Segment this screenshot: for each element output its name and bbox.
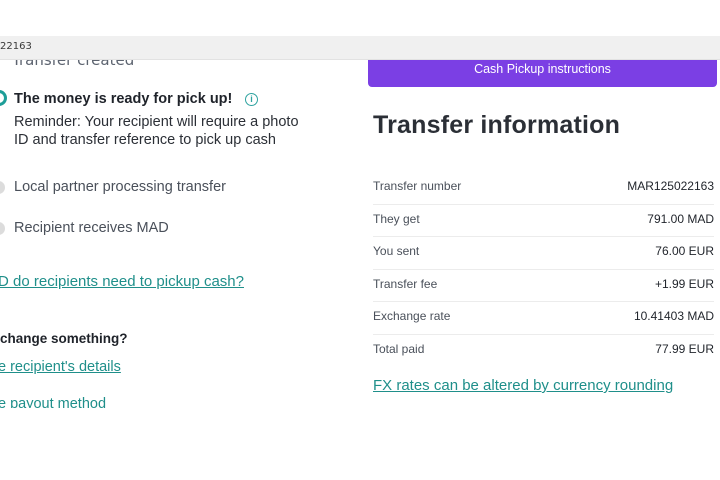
address-bar-text: 22163	[0, 41, 32, 52]
info-row-exchange-rate: Exchange rate 10.41403 MAD	[373, 302, 714, 335]
change-payout-method-link[interactable]: e payout method	[0, 396, 106, 408]
step-ready-title: The money is ready for pick up!	[14, 91, 233, 107]
step-recipient-receives-label: Recipient receives MAD	[14, 220, 169, 236]
info-value: 77.99 EUR	[655, 341, 714, 356]
pickup-reminder-text: Reminder: Your recipient will require a …	[14, 114, 299, 148]
info-value: 10.41403 MAD	[633, 309, 714, 323]
browser-top-area	[0, 0, 720, 36]
change-something-heading: change something?	[0, 331, 128, 346]
cash-pickup-instructions-button[interactable]: Cash Pickup instructions	[368, 60, 717, 87]
info-value: 791.00 MAD	[647, 211, 714, 226]
info-row-you-sent: You sent 76.00 EUR	[373, 237, 714, 270]
page-content: Transfer created The money is ready for …	[0, 60, 720, 408]
id-requirements-link[interactable]: D do recipients need to pickup cash?	[0, 273, 244, 290]
info-label: They get	[373, 211, 420, 226]
step-pending-indicator	[0, 222, 5, 235]
transfer-information-title: Transfer information	[373, 111, 621, 139]
step-pending-indicator	[0, 181, 5, 194]
info-value: +1.99 EUR	[654, 276, 714, 291]
step-active-indicator	[0, 90, 7, 106]
info-label: You sent	[373, 244, 420, 258]
info-label: Total paid	[373, 341, 425, 356]
transfer-info-table: Transfer number MAR125022163 They get 79…	[373, 172, 714, 367]
info-row-they-get: They get 791.00 MAD	[373, 205, 714, 237]
info-value: MAR125022163	[627, 179, 714, 193]
info-circle-icon[interactable]: i	[245, 93, 258, 106]
step-transfer-created-label: Transfer created	[12, 60, 135, 69]
info-row-transfer-fee: Transfer fee +1.99 EUR	[373, 270, 714, 302]
info-label: Exchange rate	[373, 309, 451, 323]
address-bar[interactable]: 22163	[0, 36, 720, 60]
info-value: 76.00 EUR	[655, 244, 714, 258]
info-label: Transfer number	[373, 179, 462, 193]
fx-rounding-link[interactable]: FX rates can be altered by currency roun…	[373, 377, 673, 394]
step-partner-processing-label: Local partner processing transfer	[14, 179, 226, 195]
info-row-transfer-number: Transfer number MAR125022163	[373, 172, 714, 205]
info-label: Transfer fee	[373, 276, 438, 291]
edit-recipient-details-link[interactable]: e recipient's details	[0, 359, 121, 375]
info-row-total-paid: Total paid 77.99 EUR	[373, 335, 714, 368]
